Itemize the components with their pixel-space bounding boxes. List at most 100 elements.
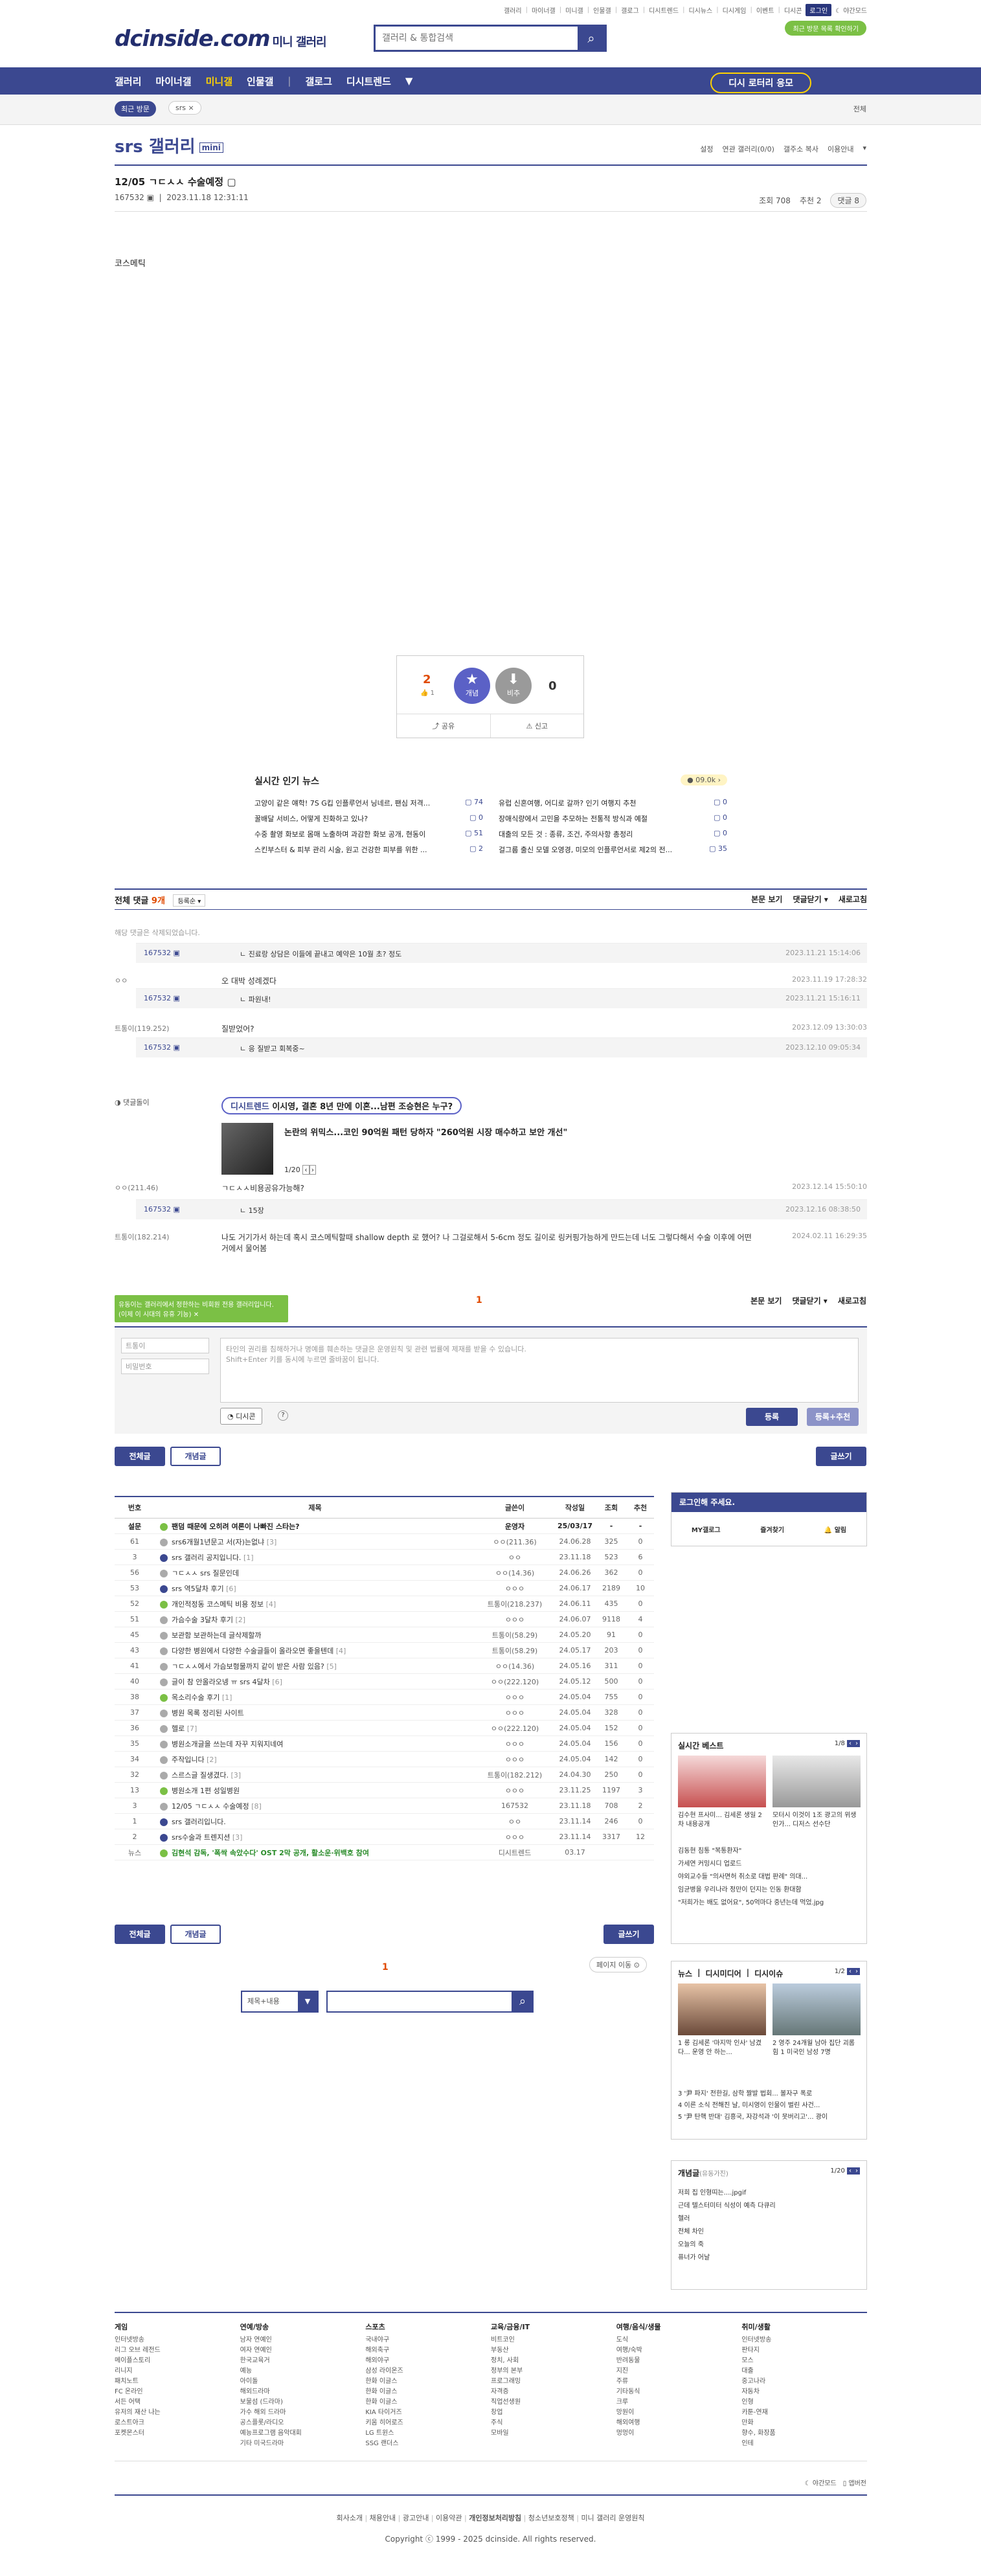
footer-link[interactable]: 인터넷방송 <box>741 2335 867 2345</box>
related-galleries[interactable]: 연관 갤러리(0/0) <box>722 144 774 154</box>
footer-link[interactable]: 예능 <box>240 2366 366 2377</box>
help-icon[interactable]: ? <box>278 1410 288 1421</box>
nav-gallog[interactable]: 갤로그 <box>305 74 332 88</box>
news-thumb-2[interactable] <box>772 1983 861 2035</box>
ad-headline[interactable]: 논란의 위믹스...코인 90억원 패턴 당하자 "260억원 시장 매수하고 … <box>284 1125 567 1138</box>
footer-link[interactable]: SSG 랜더스 <box>365 2439 491 2449</box>
post-title-link[interactable]: 글이 참 안올라오넹 ㅠ srs 4달차 <box>172 1678 270 1686</box>
post-writer[interactable]: ㅇㅇ <box>475 1813 554 1829</box>
top-link[interactable]: 미니갤 <box>565 5 583 15</box>
post-comment-count[interactable]: [1] <box>243 1554 254 1562</box>
table-row[interactable]: 32 스르스글 질생겼다. [3] 트통이(182.212) 24.04.30 250 0 <box>115 1767 654 1783</box>
top-link[interactable]: 디시게임 <box>723 5 747 15</box>
post-comment-count[interactable]: [3] <box>231 1771 241 1779</box>
footer-policy-link[interactable]: 청소년보호정책 <box>528 2514 574 2522</box>
table-row[interactable]: 13 병원소개 1편 성일병원 ㅇㅇㅇ 23.11.25 1197 3 <box>115 1782 654 1798</box>
search-type-select[interactable]: 제목+내용 ▼ <box>241 1991 319 2013</box>
footer-link[interactable]: 주류 <box>616 2377 742 2387</box>
news-points-badge[interactable]: ● 09.0k › <box>681 774 727 785</box>
login-prompt[interactable]: 로그인해 주세요. <box>671 1493 866 1512</box>
gallery-title[interactable]: srs 갤러리 mini <box>115 133 223 157</box>
footer-link[interactable]: 한화 이글스 <box>365 2397 491 2408</box>
comment-nick[interactable]: ㅇㅇ <box>115 975 128 986</box>
password-input[interactable]: 비밀번호 <box>121 1359 209 1374</box>
lottery-button[interactable]: 디시 로터리 응모 <box>710 73 811 93</box>
post-title-link[interactable]: 보관함 보관하는데 글삭제할까 <box>172 1631 262 1640</box>
refresh-button[interactable]: 새로고침 <box>839 894 867 905</box>
table-row[interactable]: 61 srs6개월1년문고 서(자)는없냐 [3] ㅇㅇ(211.36) 24.06.… <box>115 1533 654 1550</box>
post-comment-count[interactable]: [6] <box>226 1585 236 1593</box>
login-button[interactable]: 로그인 <box>806 4 832 16</box>
nav-mini[interactable]: 미니갤 <box>206 74 232 88</box>
table-row[interactable]: 뉴스 김현석 감독, '폭싹 속았수다' OST 2막 공개, 활소운·위백호 참… <box>115 1844 654 1860</box>
footer-policy-link[interactable]: 회사소개 <box>336 2514 362 2522</box>
post-title-cell[interactable]: 병원소개 1편 성일병원 <box>155 1782 475 1798</box>
footer-link[interactable]: 부동산 <box>491 2345 616 2356</box>
footer-link[interactable]: 기타동식 <box>616 2387 742 2397</box>
post-title-cell[interactable]: 팬덤 때문에 오히려 여론이 나빠진 스타는? <box>155 1518 475 1534</box>
all-recent-link[interactable]: 전체 <box>853 104 866 114</box>
gallery-settings[interactable]: 설정 <box>700 144 713 154</box>
comment-page-current[interactable]: 1 <box>476 1295 482 1305</box>
post-title-link[interactable]: srs 역5달차 후기 <box>172 1585 224 1593</box>
post-writer[interactable]: ㅇㅇ(14.36) <box>475 1565 554 1581</box>
post-writer[interactable]: ㅇㅇㅇ <box>475 1782 554 1798</box>
post-title-cell[interactable]: srs 갤러리입니다. <box>155 1813 475 1829</box>
report-button[interactable]: ⚠ 신고 <box>490 714 584 738</box>
best-list-item[interactable]: 야외교수들 "의사면허 취소로 대법 판례" 의대... <box>678 1871 824 1884</box>
post-comment-count[interactable]: [5] <box>326 1662 337 1671</box>
post-title-link[interactable]: srs수술과 트렌지션 <box>172 1833 230 1842</box>
comment-nick[interactable]: 167532 ▣ <box>144 1043 180 1052</box>
comment-textarea[interactable]: 타인의 권리를 침해하거나 명예를 훼손하는 댓글은 운영원칙 및 관련 법률에… <box>220 1338 859 1403</box>
post-comment-count[interactable]: [8] <box>251 1802 262 1811</box>
view-post-button-2[interactable]: 본문 보기 <box>750 1295 782 1306</box>
side-news-tab-media[interactable]: 디시미디어 <box>705 1968 741 1979</box>
close-icon[interactable]: × <box>188 104 194 112</box>
post-comment-count[interactable]: [2] <box>207 1756 217 1764</box>
next-icon[interactable]: › <box>309 1165 317 1175</box>
footer-column-title[interactable]: 게임 <box>115 2322 240 2333</box>
comment-nick[interactable]: 트통이(119.252) <box>115 1023 169 1034</box>
footer-link[interactable]: 주식 <box>491 2418 616 2428</box>
concept-item[interactable]: 퓨너가 어날 <box>678 2252 776 2265</box>
top-link[interactable]: 갤로그 <box>621 5 639 15</box>
footer-link[interactable]: 기타 미국드라마 <box>240 2439 366 2449</box>
footer-link[interactable]: 해외여행 <box>616 2418 742 2428</box>
post-title-cell[interactable]: ㄱㄷㅅㅅ에서 가슴보형물까지 같이 받은 사람 있음? [5] <box>155 1658 475 1674</box>
refresh-button-2[interactable]: 새로고침 <box>838 1295 866 1306</box>
table-row[interactable]: 1 srs 갤러리입니다. ㅇㅇ 23.11.14 246 0 <box>115 1813 654 1829</box>
prev-icon[interactable]: ‹ <box>847 1740 853 1747</box>
footer-night-mode[interactable]: ☾ 야간모드 <box>805 2478 837 2487</box>
post-writer[interactable]: ㅇㅇㅇ <box>475 1704 554 1721</box>
nav-more-icon[interactable]: ▼ <box>405 75 413 87</box>
best-list-item[interactable]: 가세연 커밍시디 업로드 <box>678 1858 824 1871</box>
best-caption-2[interactable]: 모터시 이것이 1조 광고의 위생인가... 디저스 선수단 <box>772 1811 861 1829</box>
prev-icon[interactable]: ‹ <box>302 1165 310 1175</box>
post-title-cell[interactable]: 김현석 감독, '폭싹 속았수다' OST 2막 공개, 활소운·위백호 참여 <box>155 1844 475 1860</box>
footer-link[interactable]: 판타지 <box>741 2345 867 2356</box>
post-writer[interactable]: ㅇㅇㅇ <box>475 1611 554 1627</box>
post-writer[interactable]: ㅇㅇㅇ <box>475 1751 554 1767</box>
post-title-link[interactable]: srs 갤러리입니다. <box>172 1818 226 1826</box>
footer-link[interactable]: 멍멍이 <box>616 2428 742 2439</box>
table-row[interactable]: 38 목소리수술 후기 [1] ㅇㅇㅇ 24.05.04 755 0 <box>115 1689 654 1705</box>
write-post-button[interactable]: 글쓰기 <box>816 1447 866 1466</box>
top-link[interactable]: 디시뉴스 <box>688 5 712 15</box>
top-link[interactable]: 디시콘 <box>784 5 802 15</box>
post-title-cell[interactable]: 병원 목록 정리된 사이트 <box>155 1704 475 1721</box>
best-thumb-1[interactable] <box>678 1756 766 1807</box>
recent-visit-tab[interactable]: 최근 방문 <box>115 101 156 117</box>
news-item[interactable]: 걸그룹 출신 모델 오영경, 미모의 인플루언서로 제2의 전... ▢ 35 <box>499 844 727 855</box>
post-title-link[interactable]: ㄱㄷㅅㅅ srs 질문인데 <box>172 1569 239 1577</box>
footer-link[interactable]: 인테 <box>741 2439 867 2449</box>
footer-link[interactable]: 포켓몬스터 <box>115 2428 240 2439</box>
nav-trend[interactable]: 디시트렌드 <box>346 74 391 88</box>
post-title-cell[interactable]: 개인적정동 코스메틱 비용 정보 [4] <box>155 1596 475 1612</box>
side-news-tab-issue[interactable]: 디시이슈 <box>754 1968 783 1979</box>
next-icon[interactable]: › <box>853 1968 860 1975</box>
post-title-link[interactable]: 스르스글 질생겼다. <box>172 1771 229 1779</box>
footer-link[interactable]: 자동차 <box>741 2387 867 2397</box>
best-list-item[interactable]: "저희가는 배도 없어요", 50억마다 중년는데 먹었.jpg <box>678 1897 824 1910</box>
tab-all-posts[interactable]: 전체글 <box>115 1447 165 1466</box>
menu-toggle-icon[interactable]: ▾ <box>863 144 866 154</box>
